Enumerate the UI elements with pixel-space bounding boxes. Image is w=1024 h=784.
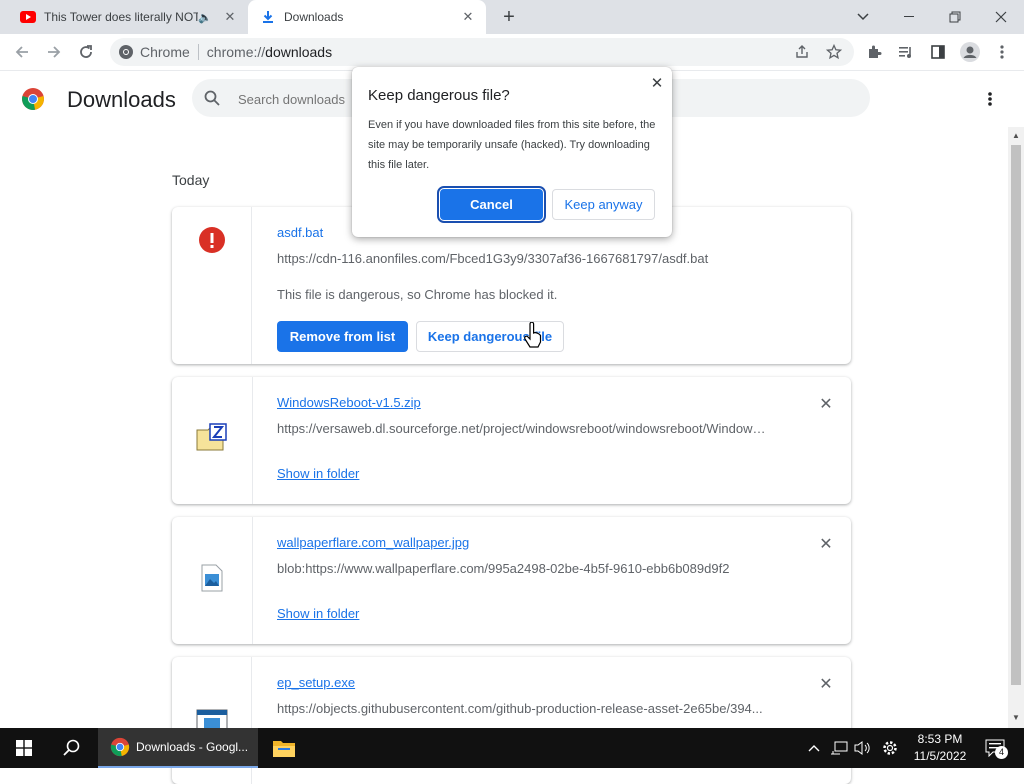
settings-gear-icon[interactable]	[878, 728, 902, 768]
cancel-button[interactable]: Cancel	[437, 186, 546, 223]
remove-item-icon[interactable]: ✕	[816, 395, 836, 415]
dialog-message: Even if you have downloaded files from t…	[368, 119, 656, 171]
windows-taskbar: Downloads - Googl... 8:53 PM 11/5/2022 4	[0, 728, 1024, 768]
network-icon[interactable]	[828, 728, 850, 768]
remove-from-list-button[interactable]: Remove from list	[277, 321, 408, 352]
profile-avatar[interactable]	[958, 40, 982, 64]
chrome-logo-icon	[21, 87, 45, 111]
site-chip: Chrome	[140, 44, 190, 60]
media-control-icon[interactable]	[894, 40, 918, 64]
file-url[interactable]: https://objects.githubusercontent.com/gi…	[277, 701, 769, 716]
file-name-link[interactable]: wallpaperflare.com_wallpaper.jpg	[277, 535, 469, 550]
close-tab-icon[interactable]: ✕	[460, 9, 476, 25]
keep-dangerous-file-dialog: Keep dangerous file? ✕ Even if you have …	[352, 67, 672, 237]
close-window-icon[interactable]	[978, 0, 1024, 34]
address-bar[interactable]: Chrome chrome://downloads	[110, 38, 854, 66]
close-dialog-icon[interactable]: ✕	[648, 75, 666, 93]
back-icon[interactable]	[10, 40, 34, 64]
bookmark-star-icon[interactable]	[822, 40, 846, 64]
chrome-logo-icon	[110, 737, 130, 757]
reload-icon[interactable]	[74, 40, 98, 64]
url-text: chrome://downloads	[206, 44, 333, 60]
notifications-icon[interactable]: 4	[980, 728, 1010, 768]
extensions-icon[interactable]	[862, 40, 886, 64]
page-title: Downloads	[67, 87, 176, 112]
share-icon[interactable]	[790, 40, 814, 64]
restore-icon[interactable]	[932, 0, 978, 34]
keep-anyway-button[interactable]: Keep anyway	[552, 189, 655, 220]
taskbar-clock[interactable]: 8:53 PM 11/5/2022	[906, 731, 974, 765]
show-hidden-icons-icon[interactable]	[804, 728, 824, 768]
file-explorer-icon[interactable]	[262, 728, 306, 768]
taskbar-chrome-label: Downloads - Googl...	[136, 740, 249, 754]
new-tab-icon[interactable]: +	[498, 7, 520, 29]
download-item: WindowsReboot-v1.5.zip https://versaweb.…	[172, 377, 851, 504]
remove-item-icon[interactable]: ✕	[816, 675, 836, 695]
clock-date: 11/5/2022	[913, 749, 967, 763]
item-icon-column	[172, 207, 252, 364]
scroll-up-icon[interactable]: ▲	[1011, 131, 1021, 140]
tab-search-icon[interactable]	[840, 0, 886, 34]
tab-youtube[interactable]: This Tower does literally NOTHING 🔈 ✕	[8, 0, 248, 34]
tab-title: Downloads	[284, 10, 344, 24]
image-file-icon	[201, 564, 223, 597]
tab-strip: This Tower does literally NOTHING 🔈 ✕ Do…	[0, 0, 1024, 34]
chrome-icon	[118, 44, 134, 60]
more-actions-icon[interactable]	[980, 87, 1000, 111]
taskbar-search-icon[interactable]	[48, 728, 96, 768]
section-label: Today	[172, 172, 210, 188]
scroll-down-icon[interactable]: ▼	[1011, 713, 1021, 722]
close-tab-icon[interactable]: ✕	[222, 9, 238, 25]
tab-downloads[interactable]: Downloads ✕	[248, 0, 486, 34]
show-in-folder-link[interactable]: Show in folder	[277, 466, 359, 481]
side-panel-icon[interactable]	[926, 40, 950, 64]
notification-count: 4	[995, 746, 1008, 759]
download-icon	[260, 9, 276, 25]
browser-toolbar: Chrome chrome://downloads	[0, 34, 1024, 71]
scrollbar-thumb[interactable]	[1011, 145, 1021, 685]
search-icon	[204, 90, 220, 111]
chrome-menu-icon[interactable]	[990, 40, 1014, 64]
danger-message: This file is dangerous, so Chrome has bl…	[277, 287, 558, 302]
file-name: asdf.bat	[277, 225, 324, 240]
taskbar-chrome-button[interactable]: Downloads - Googl...	[98, 728, 258, 768]
danger-icon	[198, 227, 225, 258]
file-url[interactable]: https://versaweb.dl.sourceforge.net/proj…	[277, 421, 769, 436]
file-url[interactable]: blob:https://www.wallpaperflare.com/995a…	[277, 561, 777, 576]
minimize-icon[interactable]	[886, 0, 932, 34]
volume-icon[interactable]	[852, 728, 874, 768]
forward-icon[interactable]	[42, 40, 66, 64]
item-icon-column	[172, 377, 253, 504]
speaker-icon[interactable]: 🔈	[198, 11, 212, 24]
download-item: wallpaperflare.com_wallpaper.jpg blob:ht…	[172, 517, 851, 644]
dialog-title: Keep dangerous file?	[368, 87, 510, 104]
divider	[197, 44, 199, 60]
remove-item-icon[interactable]: ✕	[816, 535, 836, 555]
file-name-link[interactable]: ep_setup.exe	[277, 675, 355, 690]
windows-start-icon[interactable]	[0, 728, 48, 768]
tab-title: This Tower does literally NOTHING	[44, 10, 198, 24]
clock-time: 8:53 PM	[917, 732, 963, 746]
show-in-folder-link[interactable]: Show in folder	[277, 606, 359, 621]
page-scrollbar[interactable]: ▲ ▼	[1008, 127, 1024, 728]
file-name-link[interactable]: WindowsReboot-v1.5.zip	[277, 395, 421, 410]
hand-cursor-icon	[524, 321, 542, 353]
zip-file-icon	[196, 422, 228, 459]
item-icon-column	[172, 517, 253, 644]
youtube-icon	[20, 9, 36, 25]
file-url[interactable]: https://cdn-116.anonfiles.com/Fbced1G3y9…	[277, 251, 837, 266]
